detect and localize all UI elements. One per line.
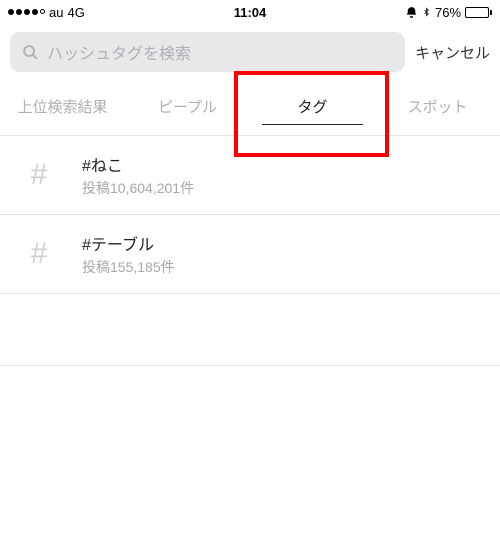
clock: 11:04 <box>234 5 267 20</box>
cancel-button[interactable]: キャンセル <box>415 42 490 63</box>
tab-spots[interactable]: スポット <box>375 80 500 135</box>
battery-icon <box>465 7 492 18</box>
search-icon <box>22 44 39 61</box>
search-row: ハッシュタグを検索 キャンセル <box>0 24 500 80</box>
result-subtitle: 投稿10,604,201件 <box>82 178 486 198</box>
search-placeholder: ハッシュタグを検索 <box>47 40 191 64</box>
result-subtitle: 投稿155,185件 <box>82 257 486 277</box>
tab-tags[interactable]: タグ <box>250 80 375 135</box>
tabs: 上位検索結果 ピープル タグ スポット <box>0 80 500 136</box>
search-input[interactable]: ハッシュタグを検索 <box>10 32 405 72</box>
alarm-icon <box>405 6 418 19</box>
tab-top-results[interactable]: 上位検索結果 <box>0 80 125 135</box>
battery-percent: 76% <box>435 5 461 20</box>
result-title: #テーブル <box>82 231 486 255</box>
status-bar: au 4G 11:04 76% <box>0 0 500 24</box>
signal-strength-icon <box>8 9 45 15</box>
results-list: # #ねこ 投稿10,604,201件 # #テーブル 投稿155,185件 <box>0 136 500 366</box>
tab-people[interactable]: ピープル <box>125 80 250 135</box>
hashtag-icon: # <box>14 229 64 279</box>
list-item-empty <box>0 294 500 366</box>
bluetooth-icon <box>422 5 431 19</box>
list-item[interactable]: # #テーブル 投稿155,185件 <box>0 215 500 294</box>
network-label: 4G <box>67 5 84 20</box>
result-title: #ねこ <box>82 152 486 176</box>
list-item[interactable]: # #ねこ 投稿10,604,201件 <box>0 136 500 215</box>
carrier-label: au <box>49 5 63 20</box>
hashtag-icon: # <box>14 150 64 200</box>
